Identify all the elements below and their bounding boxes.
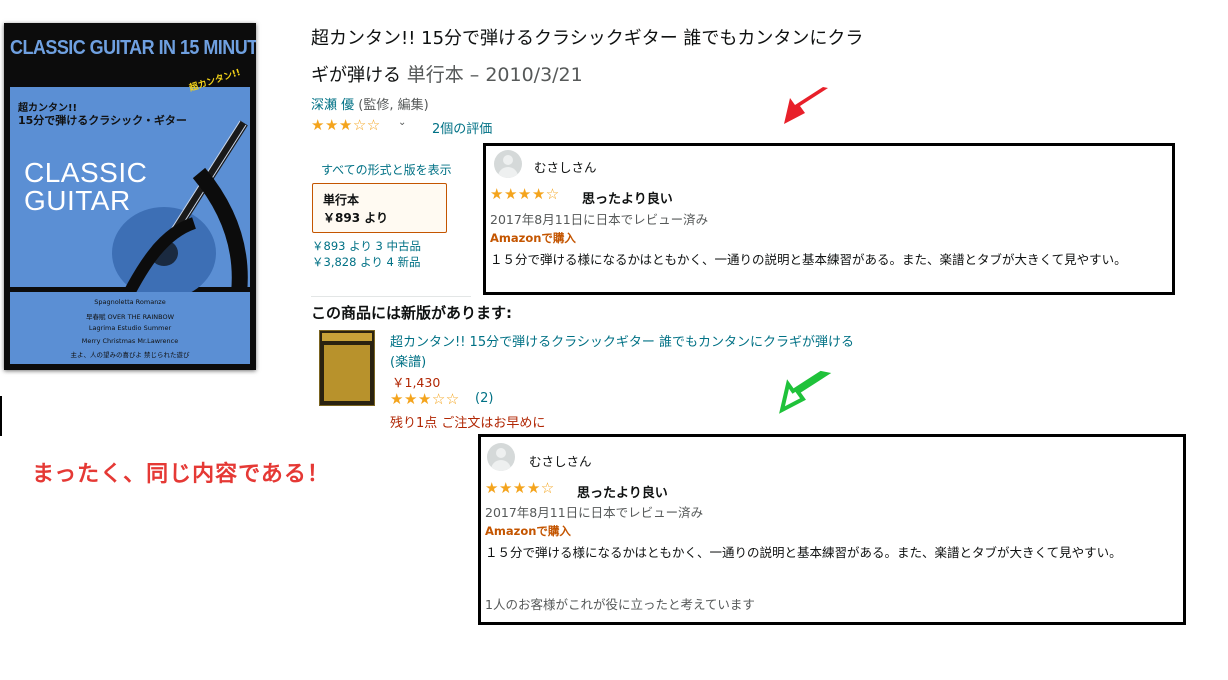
cover-song: Lagrima Estudio Summer xyxy=(88,324,172,332)
author-line: 深瀬 優 (監修, 編集) xyxy=(311,94,429,113)
product-title: 超カンタン!! 15分で弾けるクラシックギター 誰でもカンタンにクラ xyxy=(311,28,864,49)
format-option-tankobon[interactable]: 単行本 ￥893 より xyxy=(312,183,447,233)
new-offers-link[interactable]: ￥3,828 より 4 新品 xyxy=(312,254,420,270)
thumbnail-image xyxy=(324,345,370,401)
new-edition-stars[interactable]: ★★★☆☆ xyxy=(390,390,460,408)
cover-big-title-2: GUITAR xyxy=(24,185,131,216)
review-card: むさしさん ★★★★☆ 思ったより良い 2017年8月11日に日本でレビュー済み… xyxy=(478,434,1186,625)
author-role: (監修, 編集) xyxy=(358,98,429,113)
new-edition-title-link[interactable]: 超カンタン!! 15分で弾けるクラシックギター 誰でもカンタンにクラギが弾ける xyxy=(390,331,854,350)
format-date: 単行本 – 2010/3/21 xyxy=(406,64,583,86)
review-stars: ★★★★☆ xyxy=(490,185,560,203)
review-date: 2017年8月11日に日本でレビュー済み xyxy=(490,212,709,227)
new-edition-price: ￥1,430 xyxy=(392,375,441,390)
new-edition-format[interactable]: (楽譜) xyxy=(390,351,426,370)
rating-count-link[interactable]: 2個の評価 xyxy=(432,118,492,137)
new-edition-rating-count[interactable]: (2) xyxy=(475,391,493,406)
cover-song: Spagnoletta Romanze xyxy=(94,298,166,306)
used-offers-link[interactable]: ￥893 より 3 中古品 xyxy=(312,238,421,254)
helpful-votes: 1人のお客様がこれが役に立ったと考えています xyxy=(485,597,755,612)
verified-purchase-badge: Amazonで購入 xyxy=(485,524,571,538)
review-card: むさしさん ★★★★☆ 思ったより良い 2017年8月11日に日本でレビュー済み… xyxy=(483,143,1175,295)
arrow-down-left-icon xyxy=(784,87,828,124)
format-price: ￥893 より xyxy=(323,211,388,225)
thumbnail-banner xyxy=(322,333,372,341)
user-avatar-icon xyxy=(494,150,522,178)
arrow-down-left-icon xyxy=(779,370,832,414)
reviewer-name[interactable]: むさしさん xyxy=(534,157,597,176)
cover-song-list: Spagnoletta Romanze 早春賦 OVER THE RAINBOW… xyxy=(10,292,250,364)
verified-purchase-badge: Amazonで購入 xyxy=(490,231,576,245)
new-edition-thumbnail[interactable] xyxy=(319,330,375,406)
review-body: １５分で弾ける様になるかはともかく、一通りの説明と基本練習がある。また、楽譜とタ… xyxy=(490,252,1127,267)
review-title[interactable]: 思ったより良い xyxy=(577,482,668,501)
reviewer-name[interactable]: むさしさん xyxy=(529,451,592,470)
product-title-continued: ギが弾ける xyxy=(311,65,401,86)
format-label: 単行本 xyxy=(323,193,360,207)
edge-marker xyxy=(0,396,2,436)
review-title[interactable]: 思ったより良い xyxy=(582,188,673,207)
cover-title: CLASSIC GUITAR IN 15 MINUTES xyxy=(10,37,256,59)
cover-song: Merry Christmas Mr.Lawrence xyxy=(81,337,179,345)
rating-stars[interactable]: ★★★☆☆ xyxy=(311,116,381,134)
user-avatar-icon xyxy=(487,443,515,471)
divider xyxy=(311,296,471,297)
author-link[interactable]: 深瀬 優 xyxy=(311,98,354,113)
stock-warning: 残り1点 ご注文はお早めに xyxy=(390,416,546,431)
new-edition-heading: この商品には新版があります: xyxy=(311,304,512,322)
annotation-text: まったく、同じ内容である！ xyxy=(32,462,330,487)
chevron-down-icon[interactable]: ⌄ xyxy=(398,117,406,128)
product-title-line2: ギが弾ける 単行本 – 2010/3/21 xyxy=(311,60,583,87)
cover-song: 早春賦 OVER THE RAINBOW xyxy=(85,313,175,321)
all-formats-link[interactable]: すべての形式と版を表示 xyxy=(321,161,452,178)
book-cover[interactable]: CLASSIC GUITAR IN 15 MINUTES 超カンタン!! 超カン… xyxy=(4,23,256,370)
review-stars: ★★★★☆ xyxy=(485,479,555,497)
review-body: １５分で弾ける様になるかはともかく、一通りの説明と基本練習がある。また、楽譜とタ… xyxy=(485,545,1122,560)
review-date: 2017年8月11日に日本でレビュー済み xyxy=(485,505,704,520)
cover-song: 主よ、人の望みの喜びよ 禁じられた遊び xyxy=(70,351,190,359)
